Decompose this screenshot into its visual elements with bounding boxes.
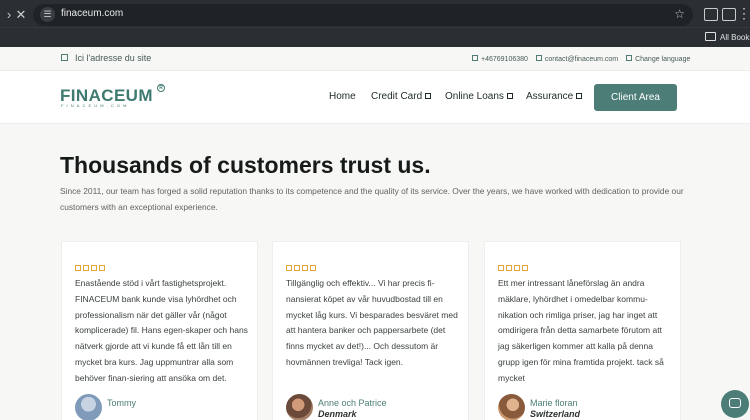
location-icon <box>61 54 68 61</box>
review-text: Enastående stöd i vårt fastighetsprojekt… <box>75 278 248 383</box>
author-name: Tommy <box>107 398 136 408</box>
author-country: Switzerland <box>530 409 581 419</box>
all-bookmarks-folder[interactable]: All Bookm <box>705 32 750 42</box>
site-header: FINACEUM R FINACEUM.COM Home Credit Card… <box>0 71 750 124</box>
testimonial-card: Enastående stöd i vårt fastighetsprojekt… <box>61 241 258 420</box>
sidebar-icon[interactable] <box>722 8 736 21</box>
star-icon[interactable]: ☆ <box>674 7 685 21</box>
author-name: Anne och Patrice <box>318 398 387 408</box>
phone-icon <box>472 55 478 61</box>
phone-text[interactable]: +46769106380 <box>481 56 528 63</box>
star-icon <box>302 265 308 271</box>
menu-icon[interactable]: ⋮ <box>737 5 750 21</box>
nav-assurance-label[interactable]: Assurance <box>526 91 573 102</box>
logo-subtitle: FINACEUM.COM <box>61 103 130 108</box>
address-text: Ici l'adresse du site <box>75 53 152 63</box>
contact-links: +46769106380 contact@finaceum.com Change… <box>472 55 696 63</box>
bookmarks-bar: All Bookm <box>0 27 750 47</box>
chat-icon <box>729 398 741 408</box>
email-link[interactable]: contact@finaceum.com <box>535 55 618 63</box>
author-country: Denmark <box>318 409 357 419</box>
dropdown-icon <box>506 93 513 99</box>
review-text: Tillgänglig och effektiv... Vi har preci… <box>286 278 458 367</box>
phone-link[interactable]: +46769106380 <box>472 55 528 63</box>
star-icon <box>294 265 300 271</box>
nav-online-loans-label[interactable]: Online Loans <box>445 91 504 102</box>
nav-credit-card[interactable]: Credit Card <box>371 91 432 102</box>
client-area-button[interactable]: Client Area <box>594 84 677 111</box>
star-icon <box>91 265 97 271</box>
avatar <box>286 394 313 420</box>
dropdown-icon <box>576 93 583 99</box>
avatar <box>75 394 102 420</box>
site-address: Ici l'adresse du site <box>61 53 151 63</box>
nav-online-loans[interactable]: Online Loans <box>445 91 513 102</box>
language-text[interactable]: Change language <box>635 56 690 63</box>
top-info-bar: Ici l'adresse du site +46769106380 conta… <box>0 47 750 71</box>
nav-credit-card-label[interactable]: Credit Card <box>371 91 422 102</box>
mail-icon <box>535 55 542 61</box>
email-text[interactable]: contact@finaceum.com <box>545 56 618 63</box>
tune-icon[interactable]: ☰ <box>40 7 55 22</box>
star-icon <box>498 265 504 271</box>
star-icon <box>522 265 528 271</box>
extensions-icon[interactable] <box>704 8 718 21</box>
address-bar[interactable]: ☰ finaceum.com ☆ <box>33 4 693 26</box>
section-title: Thousands of customers trust us. <box>60 152 431 178</box>
avatar <box>498 394 525 420</box>
language-link[interactable]: Change language <box>626 55 690 63</box>
rating-stars <box>75 258 107 271</box>
section-intro: Since 2011, our team has forged a solid … <box>60 186 684 212</box>
logo[interactable]: FINACEUM R FINACEUM.COM <box>60 84 165 108</box>
star-icon <box>83 265 89 271</box>
review-text: Ett mer intressant låneförslag än andra … <box>498 278 664 383</box>
star-icon <box>99 265 105 271</box>
chat-button[interactable] <box>721 390 749 418</box>
author-name: Marie floran <box>530 398 578 408</box>
testimonial-card: Tillgänglig och effektiv... Vi har preci… <box>272 241 469 420</box>
dropdown-icon <box>425 93 432 99</box>
nav-assurance[interactable]: Assurance <box>526 91 583 102</box>
star-icon <box>310 265 316 271</box>
nav-home[interactable]: Home <box>329 91 356 102</box>
rating-stars <box>286 258 318 271</box>
star-icon <box>506 265 512 271</box>
star-icon <box>286 265 292 271</box>
rating-stars <box>498 258 530 271</box>
star-icon <box>514 265 520 271</box>
globe-icon <box>626 55 633 61</box>
close-icon[interactable]: ✕ <box>12 6 30 24</box>
registered-mark: R <box>157 84 165 92</box>
testimonial-card: Ett mer intressant låneförslag än andra … <box>484 241 681 420</box>
url-text[interactable]: finaceum.com <box>61 8 123 19</box>
star-icon <box>75 265 81 271</box>
